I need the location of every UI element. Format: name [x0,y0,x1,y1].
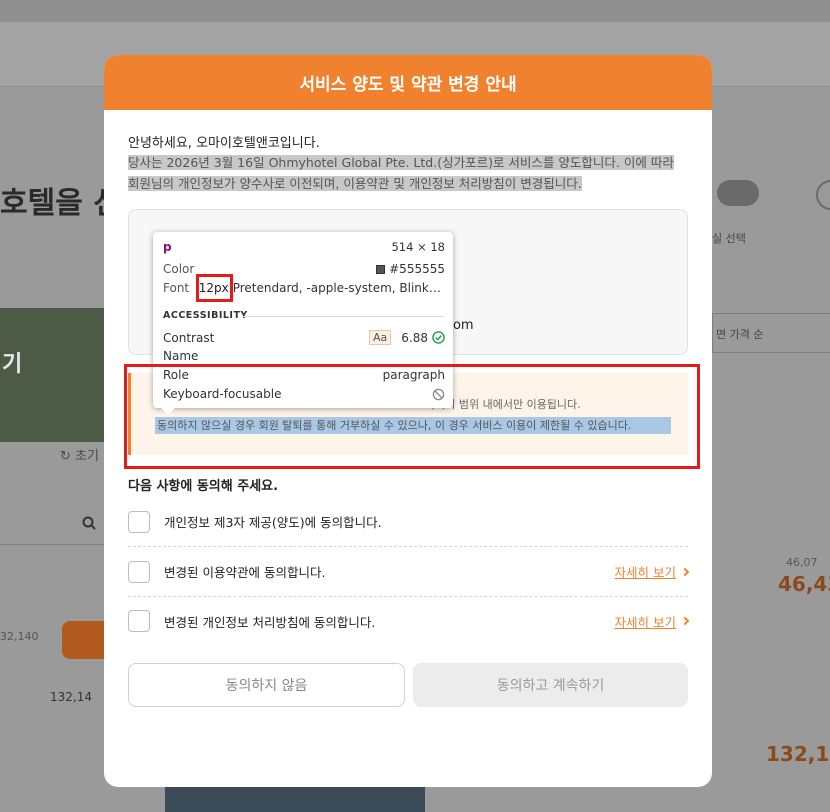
tip-key: Font [163,281,190,295]
accept-continue-button[interactable]: 동의하고 계속하기 [413,663,688,707]
bg-main-price: 132,14 [766,742,830,766]
bg-price: 132,14 [50,690,92,704]
agree-row-terms[interactable]: 변경된 이용약관에 동의합니다. 자세히 보기 [128,547,690,597]
tip-section-heading: ACCESSIBILITY [163,310,248,321]
greeting-text: 안녕하세요, 오마이호텔앤코입니다. [128,136,320,151]
agree-label: 개인정보 제3자 제공(양도)에 동의합니다. [164,515,382,530]
bg-step-pill [717,180,759,206]
agree-label: 변경된 이용약관에 동의합니다. [164,565,326,580]
detail-link-label: 자세히 보기 [614,614,676,630]
agree-title: 다음 사항에 동의해 주세요. [128,479,279,494]
tip-element-tag: p [163,240,172,254]
bg-step-label: 실 선택 [712,232,746,245]
decline-button[interactable]: 동의하지 않음 [128,663,405,707]
detail-link-label: 자세히 보기 [614,565,676,580]
tip-contrast-value: Aa 6.88 [369,330,445,345]
chevron-right-icon [680,567,690,576]
chevron-right-icon [680,616,690,626]
refresh-icon: ↻ [60,449,76,464]
tip-key: Contrast [163,330,215,345]
color-swatch-icon [376,264,386,274]
agree-label: 변경된 개인정보 처리방침에 동의합니다. [164,614,376,630]
tip-font-family: Pretendard, -apple-system, BlinkMa... [232,281,445,295]
tip-color-value: #555555 [376,262,445,276]
bg-price: 32,140 [0,630,39,643]
bg-strike-price: 46,07 [786,556,818,569]
bg-top-bar [0,0,830,22]
contrast-ratio: 6.88 [401,330,428,345]
tip-key: Name [163,349,199,363]
tip-dimensions: 514 × 18 [391,240,445,254]
tip-divider [243,316,445,317]
bg-heading: 호텔을 선 [0,186,121,221]
tip-name-row: Name [163,349,445,363]
annotation-box-font-size [196,274,233,302]
bg-reset-button: ↻ 초기 [60,449,99,464]
bg-main-price: 46,43 [778,572,830,596]
tip-key: Color [163,262,195,276]
bg-sort-label: 면 가격 순 [716,328,764,341]
privacy-detail-link[interactable]: 자세히 보기 [614,612,690,631]
agree-row-transfer[interactable]: 개인정보 제3자 제공(양도)에 동의합니다. [128,497,688,547]
agree-row-privacy[interactable]: 변경된 개인정보 처리방침에 동의합니다. 자세히 보기 [128,596,690,646]
intro-highlight: 당사는 2026년 3월 16일 Ohmyhotel Global Pte. L… [128,155,674,191]
tip-header: p 514 × 18 [163,240,445,254]
bg-bottom-image [165,786,425,812]
bg-photo-text: 기 [2,352,23,377]
checkbox-terms[interactable] [128,560,150,583]
check-circle-icon [432,331,445,344]
checkbox-transfer[interactable] [128,510,150,533]
bg-step-circle [816,180,830,210]
tip-color-hex: #555555 [389,262,445,276]
bg-orange-button [62,621,104,659]
contrast-sample: Aa [369,330,392,345]
modal-header: 서비스 양도 및 약관 변경 안내 [104,55,712,110]
terms-detail-link[interactable]: 자세히 보기 [614,562,690,581]
tip-contrast-row: Contrast Aa 6.88 [163,330,445,345]
intro-paragraph: 당사는 2026년 3월 16일 Ohmyhotel Global Pte. L… [128,152,688,194]
annotation-box-notice [124,364,700,469]
modal-title: 서비스 양도 및 약관 변경 안내 [299,75,517,95]
search-icon [82,516,96,530]
checkbox-privacy[interactable] [128,610,150,632]
